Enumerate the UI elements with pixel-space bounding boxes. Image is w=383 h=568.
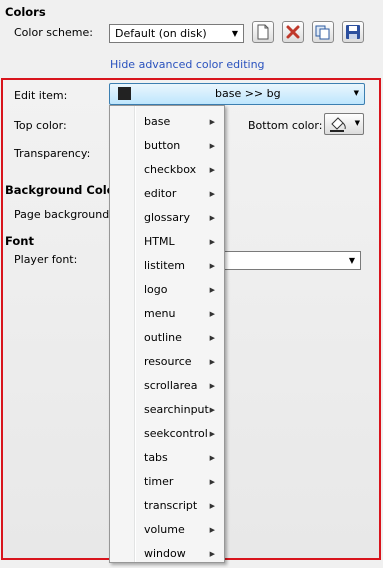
menu-item[interactable]: searchinput ▶: [110, 398, 224, 422]
submenu-arrow-icon: ▶: [209, 166, 215, 174]
menu-item-label: checkbox: [144, 163, 197, 176]
menu-item-label: window: [144, 547, 186, 560]
menu-item[interactable]: button ▶: [110, 134, 224, 158]
menu-item-label: button: [144, 139, 181, 152]
menu-item-label: tabs: [144, 451, 168, 464]
menu-item-label: resource: [144, 355, 192, 368]
menu-item-label: editor: [144, 187, 177, 200]
submenu-arrow-icon: ▶: [209, 334, 215, 342]
menu-item[interactable]: listitem ▶: [110, 254, 224, 278]
menu-item-label: base: [144, 115, 171, 128]
menu-item[interactable]: HTML ▶: [110, 230, 224, 254]
hide-advanced-color-link[interactable]: Hide advanced color editing: [110, 58, 265, 71]
chevron-down-icon: ▼: [348, 255, 356, 265]
background-color-heading: Background Color: [5, 183, 121, 197]
menu-item[interactable]: resource ▶: [110, 350, 224, 374]
menu-item-label: outline: [144, 331, 182, 344]
submenu-arrow-icon: ▶: [209, 142, 215, 150]
submenu-arrow-icon: ▶: [209, 214, 215, 222]
submenu-arrow-icon: ▶: [209, 502, 215, 510]
menu-item-label: listitem: [144, 259, 186, 272]
submenu-arrow-icon: ▶: [209, 286, 215, 294]
submenu-arrow-icon: ▶: [209, 526, 215, 534]
submenu-arrow-icon: ▶: [209, 382, 215, 390]
color-scheme-label: Color scheme:: [14, 26, 93, 39]
save-icon: [346, 25, 360, 39]
submenu-arrow-icon: ▶: [209, 478, 215, 486]
submenu-arrow-icon: ▶: [209, 550, 215, 558]
menu-item[interactable]: scrollarea ▶: [110, 374, 224, 398]
submenu-arrow-icon: ▶: [209, 238, 215, 246]
menu-item-label: searchinput: [144, 403, 209, 416]
menu-item[interactable]: base ▶: [110, 110, 224, 134]
menu-item-label: glossary: [144, 211, 191, 224]
menu-item[interactable]: window ▶: [110, 542, 224, 566]
submenu-arrow-icon: ▶: [209, 430, 215, 438]
edit-item-menu: base ▶ button ▶ checkbox ▶ editor ▶ glossary ▶ HTM…: [109, 105, 225, 563]
paint-bucket-icon: [330, 117, 346, 132]
menu-item[interactable]: glossary ▶: [110, 206, 224, 230]
menu-item-label: HTML: [144, 235, 175, 248]
submenu-arrow-icon: ▶: [209, 118, 215, 126]
chevron-down-icon: ▼: [354, 119, 360, 127]
menu-item[interactable]: editor ▶: [110, 182, 224, 206]
page-background-label: Page background:: [14, 208, 113, 221]
delete-scheme-button[interactable]: [282, 21, 304, 43]
new-file-icon: [257, 24, 269, 40]
edit-item-value: base >> bg: [215, 87, 281, 100]
submenu-arrow-icon: ▶: [209, 406, 215, 414]
menu-item-label: volume: [144, 523, 185, 536]
color-scheme-value: Default (on disk): [115, 27, 207, 40]
menu-item-label: menu: [144, 307, 176, 320]
menu-item-label: timer: [144, 475, 174, 488]
menu-item[interactable]: logo ▶: [110, 278, 224, 302]
save-scheme-button[interactable]: [342, 21, 364, 43]
color-swatch: [118, 87, 131, 100]
menu-item[interactable]: timer ▶: [110, 470, 224, 494]
menu-item[interactable]: menu ▶: [110, 302, 224, 326]
edit-item-select[interactable]: base >> bg ▼: [109, 83, 365, 105]
menu-item-label: scrollarea: [144, 379, 198, 392]
submenu-arrow-icon: ▶: [209, 262, 215, 270]
menu-item-label: seekcontrol: [144, 427, 208, 440]
copy-scheme-button[interactable]: [312, 21, 334, 43]
submenu-arrow-icon: ▶: [209, 190, 215, 198]
player-font-label: Player font:: [14, 253, 78, 266]
menu-item[interactable]: transcript ▶: [110, 494, 224, 518]
menu-item[interactable]: tabs ▶: [110, 446, 224, 470]
bottom-color-label: Bottom color:: [248, 119, 323, 132]
copy-icon: [315, 25, 330, 40]
colors-heading: Colors: [5, 5, 46, 19]
transparency-label: Transparency:: [14, 147, 91, 160]
menu-item[interactable]: outline ▶: [110, 326, 224, 350]
new-scheme-button[interactable]: [252, 21, 274, 43]
menu-item[interactable]: volume ▶: [110, 518, 224, 542]
menu-item-label: transcript: [144, 499, 198, 512]
menu-item[interactable]: seekcontrol ▶: [110, 422, 224, 446]
delete-icon: [286, 25, 300, 39]
color-scheme-select[interactable]: Default (on disk) ▼: [109, 24, 244, 43]
submenu-arrow-icon: ▶: [209, 358, 215, 366]
chevron-down-icon: ▼: [231, 28, 239, 38]
menu-item[interactable]: checkbox ▶: [110, 158, 224, 182]
submenu-arrow-icon: ▶: [209, 310, 215, 318]
edit-item-label: Edit item:: [14, 89, 68, 102]
chevron-down-icon: ▼: [353, 89, 359, 97]
font-heading: Font: [5, 234, 34, 248]
submenu-arrow-icon: ▶: [209, 454, 215, 462]
top-color-label: Top color:: [14, 119, 67, 132]
bottom-color-button[interactable]: ▼: [324, 113, 364, 135]
menu-item-label: logo: [144, 283, 168, 296]
